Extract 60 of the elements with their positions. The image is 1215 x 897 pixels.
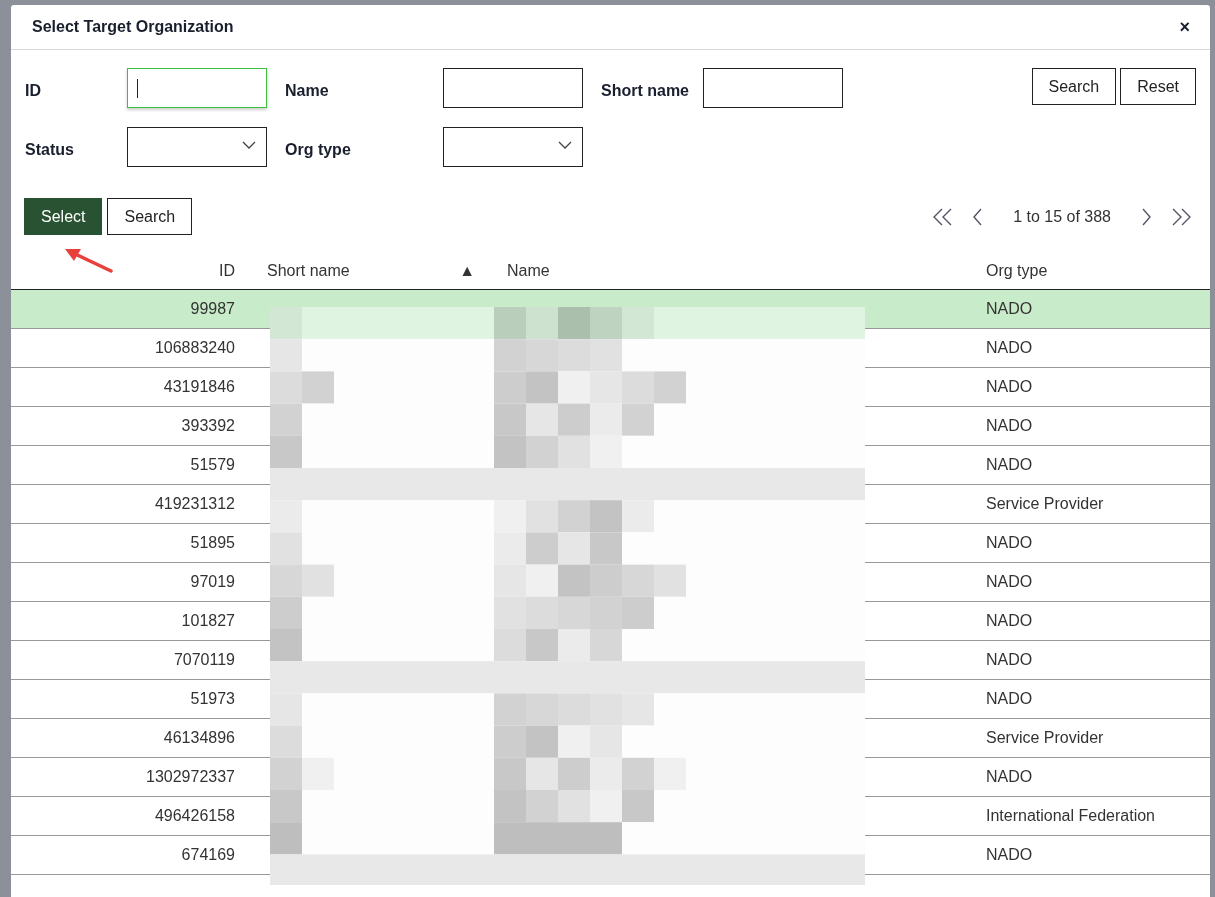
table-cell-text: Service Provider [985, 729, 1105, 747]
table-cell-text: NADO [985, 690, 1034, 708]
table-cell-text: 1302972337 [145, 768, 236, 786]
column-header[interactable]: Short name [267, 261, 350, 280]
input-field[interactable] [127, 68, 267, 108]
table-cell-text: 419231312 [153, 495, 236, 513]
last-page-icon[interactable] [1172, 207, 1192, 226]
column-header[interactable]: ID [11, 261, 251, 280]
table-cell-text: 51579 [189, 456, 236, 474]
filter-button[interactable]: Reset [1120, 68, 1196, 105]
table-cell-text: NADO [985, 417, 1034, 435]
close-button[interactable]: × [1179, 16, 1190, 38]
action-button[interactable]: Search [107, 198, 193, 235]
table-cell-text: 51973 [189, 690, 236, 708]
field-label: Status [25, 140, 75, 159]
table-cell-text: 674169 [180, 846, 236, 864]
table-cell-text: 7070119 [172, 651, 236, 669]
sort-indicator[interactable]: ▲ [459, 261, 475, 280]
table-cell-text: NADO [985, 456, 1034, 474]
table-cell-text: 51895 [189, 534, 236, 552]
page-range: 1 to 15 of 388 [1012, 207, 1112, 226]
table-cell-text: 97019 [189, 573, 236, 591]
first-page-icon[interactable] [932, 207, 953, 226]
table-cell-text: 496426158 [153, 807, 236, 825]
dialog-title: Select Target Organization [32, 18, 234, 36]
chevron-down-icon [558, 141, 572, 150]
table-cell-text: 46134896 [162, 729, 236, 747]
primary-button[interactable]: Select [24, 198, 103, 235]
annotation-arrow [65, 249, 113, 273]
table-cell-text: 393392 [180, 417, 236, 435]
table-cell-text: NADO [985, 846, 1034, 864]
table-cell-text: NADO [985, 534, 1034, 552]
table-cell-text: NADO [985, 339, 1034, 357]
input-field[interactable] [703, 68, 843, 108]
table-cell-text: NADO [985, 612, 1034, 630]
column-header[interactable]: Name [491, 261, 970, 280]
previous-page-icon[interactable] [972, 207, 984, 226]
text-cursor [137, 79, 138, 98]
field-label: Short name [601, 81, 690, 100]
table-cell-text: NADO [985, 573, 1034, 591]
column-header[interactable]: Org type [970, 261, 1210, 280]
dropdown-field[interactable] [127, 127, 267, 167]
table-cell-text: NADO [985, 651, 1034, 669]
table-cell-text: NADO [985, 300, 1034, 318]
dropdown-field[interactable] [443, 127, 583, 167]
table-cell-text: Service Provider [985, 495, 1105, 513]
field-label: Name [285, 81, 330, 100]
chevron-down-icon [242, 141, 256, 150]
table-cell-text: 43191846 [162, 378, 236, 396]
table-cell-text: 99987 [189, 300, 236, 318]
filter-button[interactable]: Search [1031, 68, 1117, 105]
table-cell-text: 101827 [180, 612, 236, 630]
field-label: ID [25, 81, 42, 100]
table-cell-text: NADO [985, 768, 1034, 786]
table-cell-text: NADO [985, 378, 1034, 396]
next-page-icon[interactable] [1141, 207, 1152, 226]
table-cell-text: International Federation [985, 807, 1156, 825]
field-label: Org type [285, 140, 352, 159]
input-field[interactable] [443, 68, 583, 108]
table-cell-text: 106883240 [153, 339, 236, 357]
